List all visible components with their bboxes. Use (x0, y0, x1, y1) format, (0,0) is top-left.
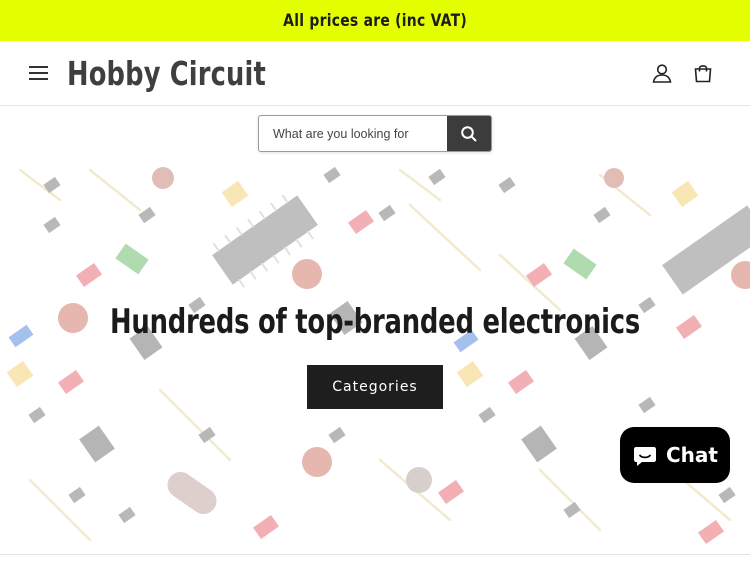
hero-banner: Hundreds of top-branded electronics Cate… (0, 160, 750, 554)
hamburger-menu-icon[interactable] (28, 63, 50, 83)
electronic-components-pattern (6, 166, 750, 545)
search-bar (258, 115, 492, 152)
site-logo[interactable]: Hobby Circuit (67, 52, 266, 94)
search-input[interactable] (259, 116, 448, 151)
announcement-text: All prices are (inc VAT) (283, 10, 467, 31)
account-icon[interactable] (649, 60, 675, 86)
chat-bubble-icon (634, 447, 656, 466)
chat-label: Chat (666, 443, 718, 467)
cart-icon[interactable] (690, 60, 716, 86)
search-button[interactable] (447, 116, 491, 151)
announcement-bar: All prices are (inc VAT) (0, 0, 750, 41)
chat-button[interactable]: Chat (620, 427, 730, 483)
section-divider (0, 554, 750, 555)
categories-button[interactable]: Categories (307, 365, 443, 409)
search-icon (461, 125, 477, 142)
hero-title: Hundreds of top-branded electronics (109, 302, 641, 342)
site-header: Hobby Circuit (0, 41, 750, 106)
